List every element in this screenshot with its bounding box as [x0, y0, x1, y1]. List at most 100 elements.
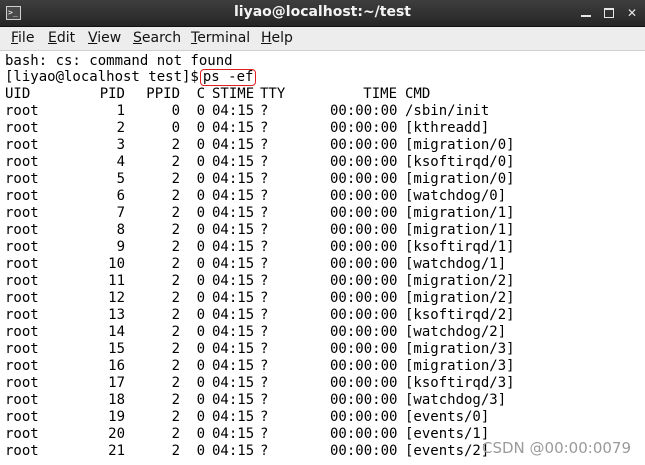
process-uid: root — [5, 154, 39, 170]
process-c: 0 — [196, 205, 205, 221]
window-titlebar[interactable]: >_ liyao@localhost:~/test ✕ — [0, 0, 645, 27]
process-tty: ? — [260, 205, 269, 221]
process-time: 00:00:00 — [330, 239, 398, 255]
process-time: 00:00:00 — [330, 290, 398, 306]
process-row: root 9 2 0 04:15? 00:00:00 [ksoftirqd/1] — [0, 239, 645, 256]
process-uid: root — [5, 443, 39, 459]
process-ppid: 2 — [171, 358, 180, 374]
process-pid: 19 — [108, 409, 125, 425]
process-ppid: 2 — [171, 137, 180, 153]
header-ppid: PPID — [146, 86, 180, 102]
process-c: 0 — [196, 273, 205, 289]
process-ppid: 2 — [171, 222, 180, 238]
process-ppid: 2 — [171, 154, 180, 170]
process-cmd: [migration/3] — [405, 358, 515, 374]
process-uid: root — [5, 324, 39, 340]
process-uid: root — [5, 137, 39, 153]
process-stime: 04:15 — [212, 443, 255, 459]
process-tty: ? — [260, 341, 269, 357]
process-ppid: 2 — [171, 341, 180, 357]
process-time: 00:00:00 — [330, 273, 398, 289]
process-ppid: 2 — [171, 290, 180, 306]
process-stime: 04:15 — [212, 171, 255, 187]
process-cmd: [migration/2] — [405, 290, 515, 306]
minimize-icon — [581, 15, 591, 17]
shell-prompt: [liyao@localhost test]$ — [5, 69, 199, 85]
process-ppid: 2 — [171, 392, 180, 408]
process-ppid: 2 — [171, 256, 180, 272]
process-cmd: [events/2] — [405, 443, 490, 459]
highlighted-command: ps -ef — [199, 69, 257, 86]
terminal-output[interactable]: bash: cs: command not found [liyao@local… — [0, 52, 645, 465]
process-uid: root — [5, 171, 39, 187]
process-row: root 19 2 0 04:15? 00:00:00 [events/0] — [0, 409, 645, 426]
process-row: root 1 0 0 04:15? 00:00:00/sbin/init — [0, 103, 645, 120]
process-cmd: [migration/0] — [405, 137, 515, 153]
process-time: 00:00:00 — [330, 443, 398, 459]
menu-view[interactable]: View — [88, 30, 121, 46]
menu-terminal[interactable]: Terminal — [191, 30, 250, 46]
process-cmd: [kthreadd] — [405, 120, 490, 136]
process-stime: 04:15 — [212, 239, 255, 255]
process-time: 00:00:00 — [330, 205, 398, 221]
process-tty: ? — [260, 443, 269, 459]
maximize-button[interactable] — [601, 5, 617, 21]
process-row: root 10 2 0 04:15? 00:00:00 [watchdog/1] — [0, 256, 645, 273]
process-cmd: [migration/3] — [405, 341, 515, 357]
process-pid: 13 — [108, 307, 125, 323]
process-stime: 04:15 — [212, 307, 255, 323]
close-button[interactable]: ✕ — [624, 5, 640, 21]
process-c: 0 — [196, 120, 205, 136]
menu-edit[interactable]: Edit — [48, 30, 75, 46]
process-c: 0 — [196, 171, 205, 187]
menu-search[interactable]: Search — [133, 30, 181, 46]
watermark: CSDN @00:00:0079 — [482, 439, 631, 457]
process-stime: 04:15 — [212, 205, 255, 221]
process-row: root 7 2 0 04:15? 00:00:00 [migration/1] — [0, 205, 645, 222]
close-icon: ✕ — [626, 6, 638, 20]
minimize-button[interactable] — [578, 5, 594, 21]
menu-search-mnemonic: S — [133, 30, 142, 46]
process-row: root 6 2 0 04:15? 00:00:00 [watchdog/0] — [0, 188, 645, 205]
process-stime: 04:15 — [212, 120, 255, 136]
process-c: 0 — [196, 154, 205, 170]
process-uid: root — [5, 273, 39, 289]
process-c: 0 — [196, 375, 205, 391]
process-time: 00:00:00 — [330, 341, 398, 357]
process-uid: root — [5, 120, 39, 136]
process-tty: ? — [260, 222, 269, 238]
process-pid: 5 — [116, 171, 125, 187]
process-tty: ? — [260, 188, 269, 204]
process-cmd: [events/0] — [405, 409, 490, 425]
process-c: 0 — [196, 188, 205, 204]
process-row: root 4 2 0 04:15? 00:00:00 [ksoftirqd/0] — [0, 154, 645, 171]
process-time: 00:00:00 — [330, 103, 398, 119]
prompt-line: [liyao@localhost test]$ ps -ef — [5, 69, 257, 86]
process-time: 00:00:00 — [330, 222, 398, 238]
process-stime: 04:15 — [212, 375, 255, 391]
process-pid: 14 — [108, 324, 125, 340]
process-time: 00:00:00 — [330, 171, 398, 187]
process-ppid: 2 — [171, 443, 180, 459]
process-cmd: [migration/1] — [405, 205, 515, 221]
menu-help-label: elp — [271, 30, 293, 46]
process-tty: ? — [260, 256, 269, 272]
process-tty: ? — [260, 239, 269, 255]
menu-file-label: ile — [18, 30, 35, 46]
process-uid: root — [5, 426, 39, 442]
menu-file[interactable]: File — [11, 30, 34, 46]
process-row: root 17 2 0 04:15? 00:00:00 [ksoftirqd/3] — [0, 375, 645, 392]
process-uid: root — [5, 256, 39, 272]
process-tty: ? — [260, 137, 269, 153]
process-uid: root — [5, 341, 39, 357]
process-cmd: [watchdog/2] — [405, 324, 507, 340]
process-c: 0 — [196, 256, 205, 272]
process-row: root 5 2 0 04:15? 00:00:00 [migration/0] — [0, 171, 645, 188]
process-row: root 15 2 0 04:15? 00:00:00 [migration/3] — [0, 341, 645, 358]
process-ppid: 2 — [171, 273, 180, 289]
process-tty: ? — [260, 358, 269, 374]
process-pid: 1 — [116, 103, 125, 119]
menu-help[interactable]: Help — [261, 30, 293, 46]
process-uid: root — [5, 358, 39, 374]
header-pid: PID — [99, 86, 125, 102]
